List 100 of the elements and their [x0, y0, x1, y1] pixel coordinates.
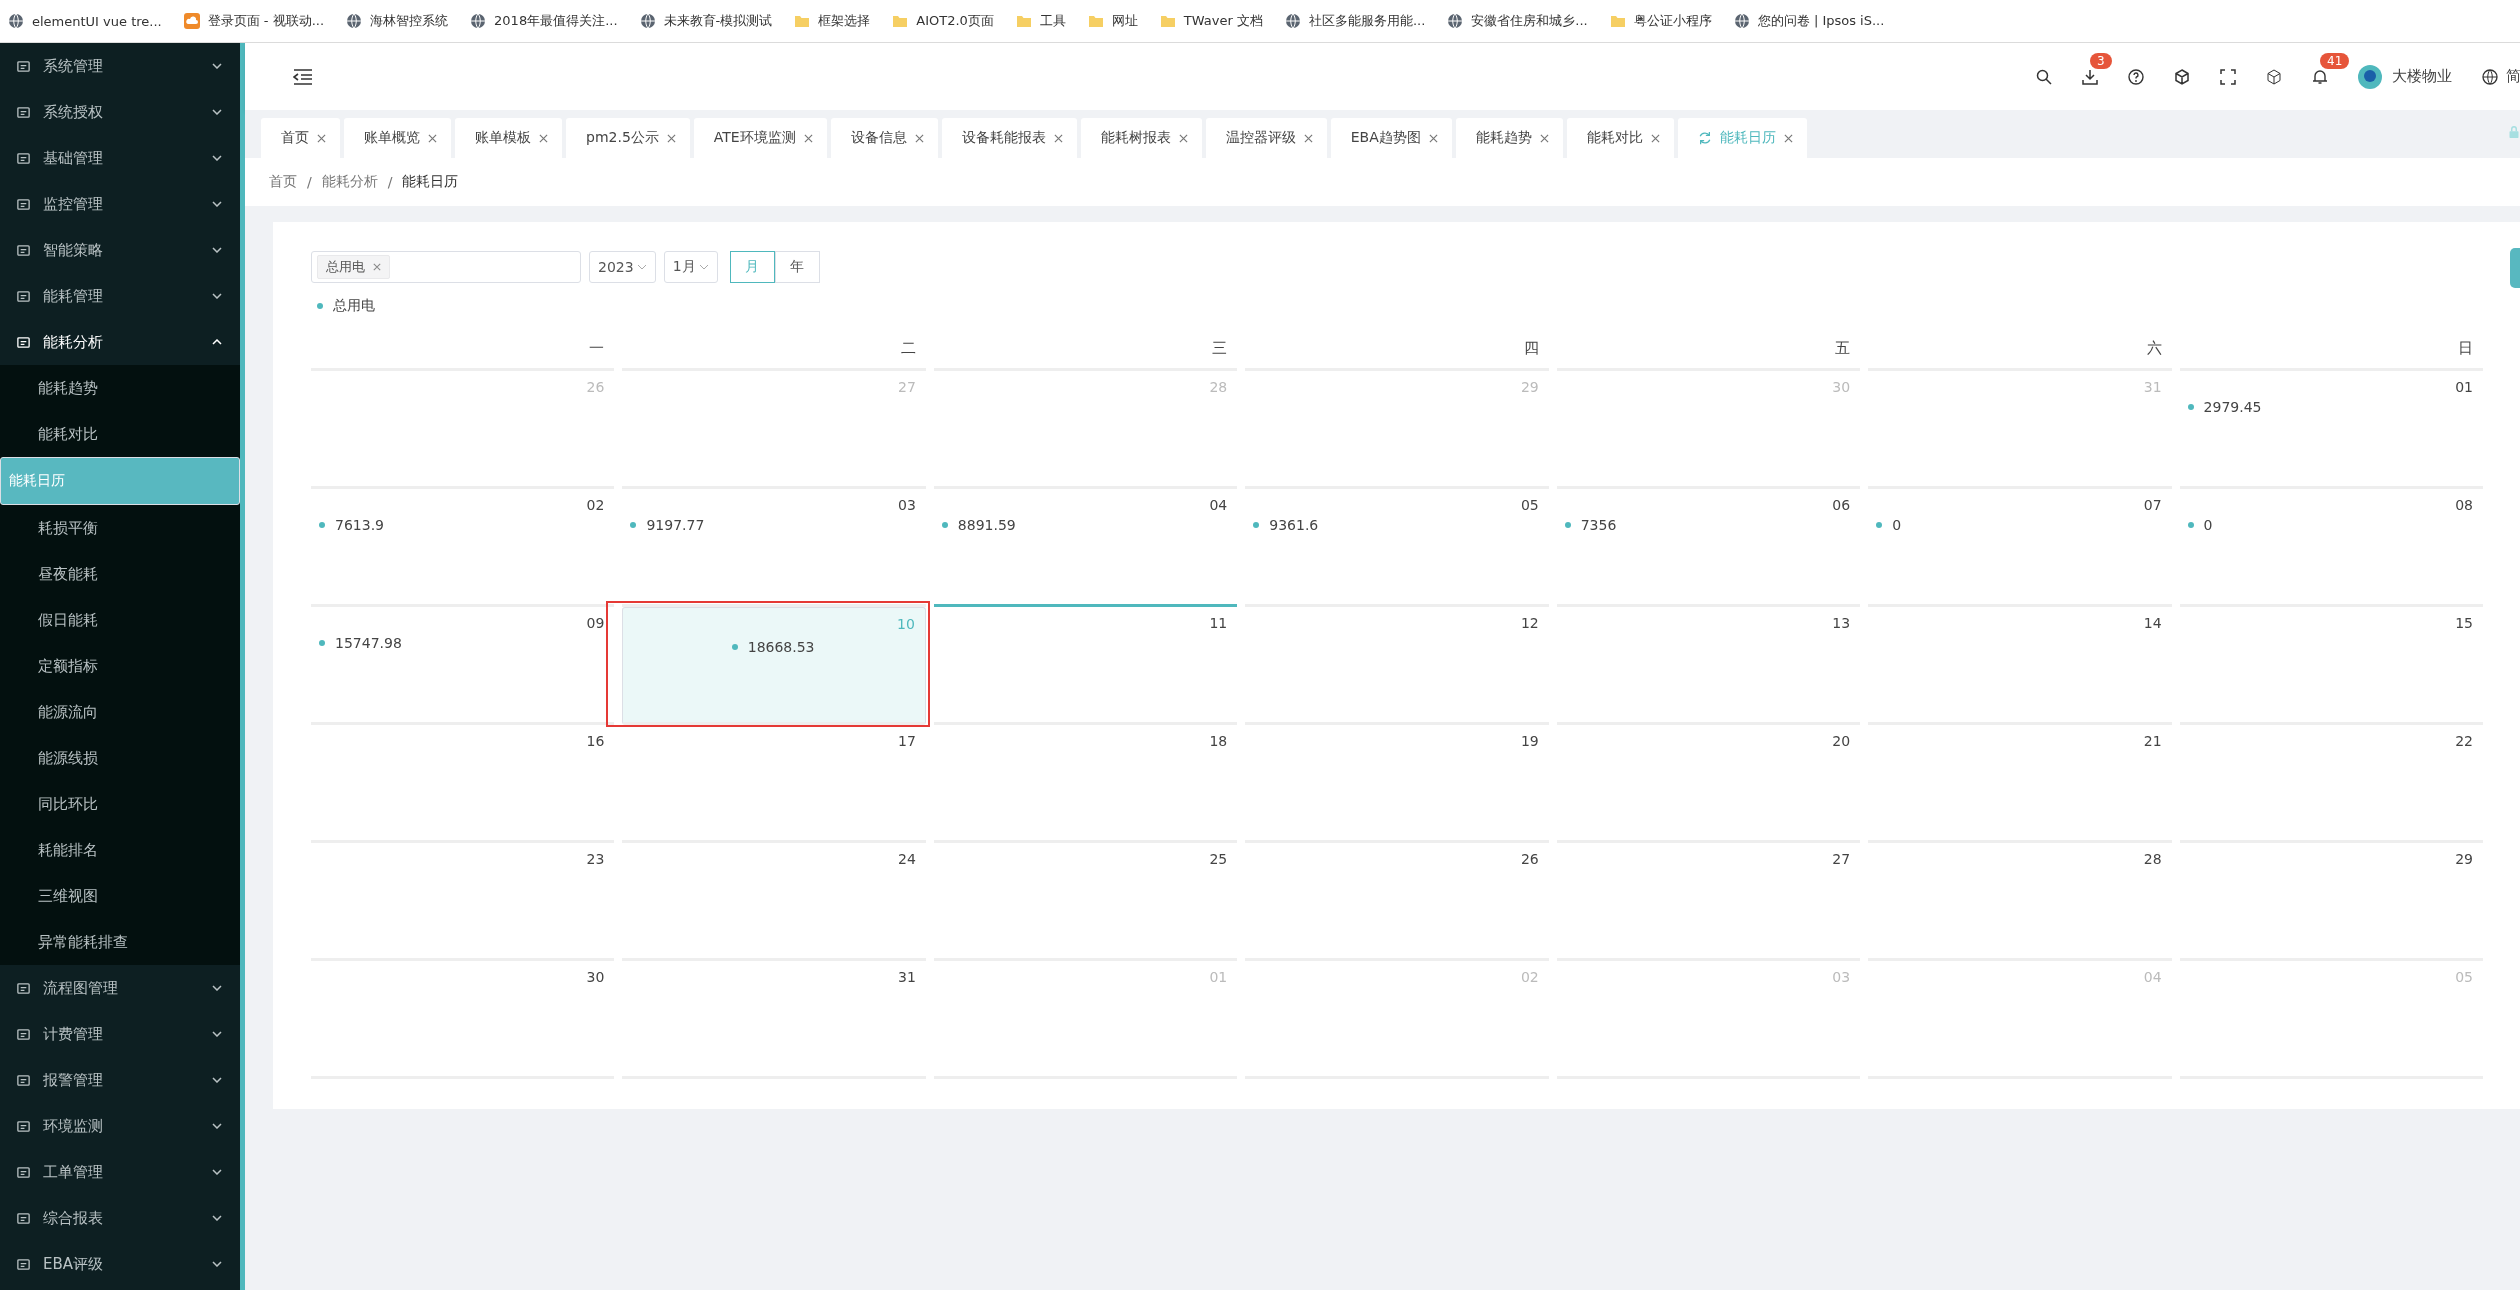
calendar-day-cell[interactable]: 06 7356: [1556, 489, 1861, 607]
cube-icon[interactable]: [2174, 68, 2190, 85]
calendar-day-cell[interactable]: 09 15747.98: [311, 607, 615, 725]
language-label[interactable]: 简: [2506, 67, 2520, 86]
sidebar-item[interactable]: 基础管理: [0, 135, 240, 181]
calendar-day-cell[interactable]: 22: [2179, 725, 2483, 843]
month-select[interactable]: 1月: [663, 251, 718, 283]
calendar-day-cell[interactable]: 25: [933, 843, 1238, 961]
page-tab[interactable]: 首页: [261, 118, 340, 158]
page-tab[interactable]: pm2.5公示: [566, 118, 690, 158]
close-icon[interactable]: [666, 133, 676, 143]
close-icon[interactable]: [373, 263, 381, 271]
bookmark-link[interactable]: 网址: [1087, 12, 1138, 30]
sidebar-item[interactable]: 综合报表: [0, 1195, 240, 1241]
sidebar-item[interactable]: 能耗管理: [0, 273, 240, 319]
calendar-day-cell[interactable]: 07 0: [1868, 489, 2172, 607]
calendar-day-cell[interactable]: 24: [622, 843, 926, 961]
calendar-day-cell[interactable]: 08 0: [2179, 489, 2483, 607]
breadcrumb-link[interactable]: 首页: [269, 173, 297, 191]
close-icon[interactable]: [1650, 133, 1660, 143]
sidebar-item[interactable]: 系统授权: [0, 89, 240, 135]
calendar-day-cell[interactable]: 19: [1245, 725, 1549, 843]
calendar-day-cell[interactable]: 02 7613.9: [311, 489, 615, 607]
page-tab[interactable]: 账单概览: [344, 118, 451, 158]
calendar-day-cell[interactable]: 23: [311, 843, 615, 961]
calendar-day-cell[interactable]: 11: [933, 604, 1238, 725]
calendar-day-cell[interactable]: 28: [1868, 843, 2172, 961]
submenu-item[interactable]: 能耗趋势: [0, 365, 240, 411]
submenu-item[interactable]: 耗能排名: [0, 827, 240, 873]
calendar-day-cell[interactable]: 26: [1245, 843, 1549, 961]
sidebar-item[interactable]: 能耗分析: [0, 319, 240, 365]
bookmark-link[interactable]: 安徽省住房和城乡...: [1447, 12, 1588, 30]
sidebar-item[interactable]: 报警管理: [0, 1057, 240, 1103]
bookmark-link[interactable]: 粤公证小程序: [1609, 12, 1712, 30]
page-tab[interactable]: EBA趋势图: [1330, 118, 1452, 158]
sidebar-item[interactable]: 监控管理: [0, 181, 240, 227]
bell-icon[interactable]: [2312, 68, 2328, 85]
bookmark-link[interactable]: 工具: [1015, 12, 1066, 30]
page-tab[interactable]: 设备耗能报表: [941, 118, 1077, 158]
submenu-item[interactable]: 同比环比: [0, 781, 240, 827]
close-icon[interactable]: [803, 133, 813, 143]
page-tab[interactable]: 能耗趋势: [1455, 118, 1563, 158]
fullscreen-icon[interactable]: [2220, 68, 2236, 85]
calendar-day-cell[interactable]: 20: [1556, 725, 1861, 843]
bookmark-link[interactable]: 2018年最值得关注...: [470, 12, 618, 30]
close-icon[interactable]: [428, 133, 437, 143]
sidebar-item[interactable]: 工单管理: [0, 1149, 240, 1195]
search-icon[interactable]: [2036, 68, 2052, 85]
close-icon[interactable]: [1539, 133, 1549, 143]
bookmark-link[interactable]: 海林智控系统: [346, 12, 449, 30]
close-icon[interactable]: [1783, 133, 1793, 143]
page-tab[interactable]: 能耗对比: [1566, 118, 1674, 158]
menu-fold-icon[interactable]: [293, 68, 313, 85]
submenu-item[interactable]: 昼夜能耗: [0, 551, 240, 597]
year-select[interactable]: 2023: [589, 251, 656, 283]
user-name[interactable]: 大楼物业: [2392, 67, 2452, 86]
close-icon[interactable]: [1053, 133, 1063, 143]
bookmark-link[interactable]: 社区多能服务用能...: [1284, 12, 1426, 30]
series-select[interactable]: 总用电: [311, 251, 581, 283]
globe-icon[interactable]: [2482, 68, 2498, 85]
page-tab[interactable]: 温控器评级: [1205, 118, 1327, 158]
close-icon[interactable]: [1303, 133, 1313, 143]
bookmark-link[interactable]: 您的问卷 | Ipsos iS...: [1733, 12, 1885, 30]
close-icon[interactable]: [1178, 133, 1188, 143]
page-tab[interactable]: 账单模板: [455, 118, 562, 158]
sidebar-item[interactable]: EBA评级: [0, 1241, 240, 1287]
sidebar-item[interactable]: 系统管理: [0, 43, 240, 89]
breadcrumb-link[interactable]: 能耗分析: [321, 173, 378, 191]
close-icon[interactable]: [914, 133, 924, 143]
page-tab[interactable]: 能耗树报表: [1080, 118, 1202, 158]
bookmark-link[interactable]: 未来教育-模拟测试: [639, 12, 773, 30]
help-icon[interactable]: [2128, 68, 2144, 85]
bookmark-link[interactable]: 框架选择: [794, 12, 871, 30]
calendar-day-cell[interactable]: 15: [2179, 607, 2483, 725]
close-icon[interactable]: [1428, 133, 1438, 143]
calendar-day-cell[interactable]: 14: [1868, 607, 2172, 725]
avatar-icon[interactable]: [2358, 64, 2382, 89]
sidebar-item[interactable]: 智能策略: [0, 227, 240, 273]
sidebar-item[interactable]: 流程图管理: [0, 965, 240, 1011]
calendar-day-cell[interactable]: 12: [1245, 607, 1549, 725]
drawer-handle[interactable]: [2510, 248, 2520, 288]
bookmark-link[interactable]: AIOT2.0页面: [892, 12, 994, 30]
bookmark-link[interactable]: 登录页面 - 视联动...: [183, 12, 325, 30]
calendar-day-cell[interactable]: 18: [933, 725, 1238, 843]
submenu-item[interactable]: 耗损平衡: [0, 505, 240, 551]
calendar-day-cell[interactable]: 10 18668.53: [622, 607, 926, 725]
calendar-day-cell[interactable]: 21: [1868, 725, 2172, 843]
calendar-day-cell[interactable]: 04 8891.59: [933, 489, 1238, 607]
page-tab[interactable]: ATE环境监测: [693, 118, 827, 158]
close-icon[interactable]: [539, 133, 548, 143]
hexagon-icon[interactable]: [2266, 68, 2282, 85]
calendar-day-cell[interactable]: 29: [2179, 843, 2483, 961]
submenu-item[interactable]: 三维视图: [0, 873, 240, 919]
calendar-day-cell[interactable]: 01 2979.45: [2179, 371, 2483, 489]
submenu-item[interactable]: 假日能耗: [0, 597, 240, 643]
bookmark-link[interactable]: TWaver 文档: [1159, 12, 1263, 30]
calendar-day-cell[interactable]: 27: [1556, 843, 1861, 961]
bookmark-link[interactable]: elementUI vue tre...: [8, 13, 162, 29]
submenu-item[interactable]: 定额指标: [0, 643, 240, 689]
page-tab[interactable]: 设备信息: [830, 118, 938, 158]
